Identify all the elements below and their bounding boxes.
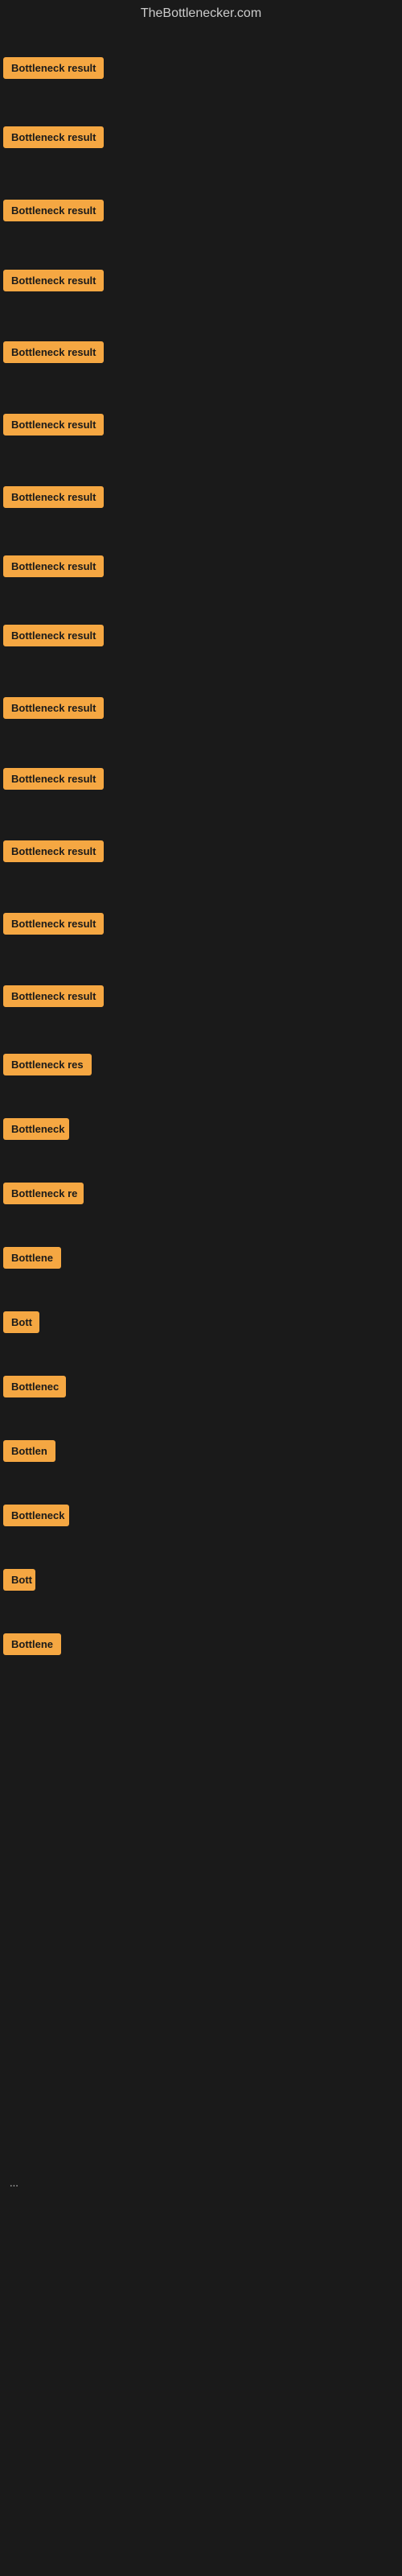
bottleneck-item: Bottleneck result: [3, 840, 104, 866]
bottleneck-item: Bottleneck result: [3, 913, 104, 939]
bottleneck-item: Bottleneck result: [3, 555, 104, 581]
ellipsis-marker: ...: [3, 2174, 25, 2192]
bottleneck-item: Bottleneck result: [3, 768, 104, 794]
bottleneck-item: Bottleneck result: [3, 270, 104, 295]
bottleneck-item: Bottleneck result: [3, 414, 104, 440]
bottleneck-badge[interactable]: Bottleneck result: [3, 486, 104, 508]
bottleneck-badge[interactable]: Bottleneck: [3, 1118, 69, 1140]
bottleneck-item: Bottleneck result: [3, 341, 104, 367]
bottleneck-badge[interactable]: Bottleneck result: [3, 985, 104, 1007]
bottleneck-badge[interactable]: Bottleneck: [3, 1505, 69, 1526]
bottleneck-badge[interactable]: Bottleneck result: [3, 414, 104, 436]
bottleneck-badge[interactable]: Bottleneck result: [3, 768, 104, 790]
site-title: TheBottlenecker.com: [0, 0, 402, 27]
bottleneck-badge[interactable]: Bottlenec: [3, 1376, 66, 1397]
bottleneck-badge[interactable]: Bottlene: [3, 1633, 61, 1655]
bottleneck-badge[interactable]: Bottlen: [3, 1440, 55, 1462]
bottleneck-item: Bottlen: [3, 1440, 55, 1466]
bottleneck-badge[interactable]: Bottleneck result: [3, 840, 104, 862]
bottleneck-badge[interactable]: Bott: [3, 1311, 39, 1333]
bottleneck-badge[interactable]: Bottleneck result: [3, 341, 104, 363]
bottleneck-item: Bottleneck res: [3, 1054, 92, 1080]
bottleneck-item: Bottleneck: [3, 1118, 69, 1144]
bottleneck-badge[interactable]: Bottleneck result: [3, 625, 104, 646]
bottleneck-item: Bottlene: [3, 1633, 61, 1659]
bottleneck-badge[interactable]: Bottleneck re: [3, 1183, 84, 1204]
bottleneck-badge[interactable]: Bottleneck result: [3, 126, 104, 148]
bottleneck-badge[interactable]: Bottleneck result: [3, 200, 104, 221]
bottleneck-item: Bott: [3, 1311, 39, 1337]
bottleneck-item: Bottleneck result: [3, 697, 104, 723]
bottleneck-item: Bottlenec: [3, 1376, 66, 1402]
bottleneck-item: Bottleneck result: [3, 126, 104, 152]
bottleneck-badge[interactable]: Bottleneck result: [3, 697, 104, 719]
bottleneck-item: Bottleneck: [3, 1505, 69, 1530]
bottleneck-item: Bottlene: [3, 1247, 61, 1273]
bottleneck-item: Bottleneck result: [3, 200, 104, 225]
bottleneck-item: Bottleneck result: [3, 625, 104, 650]
bottleneck-badge[interactable]: Bottleneck result: [3, 913, 104, 935]
bottleneck-badge[interactable]: Bott: [3, 1569, 35, 1591]
bottleneck-badge[interactable]: Bottleneck result: [3, 270, 104, 291]
bottleneck-item: Bott: [3, 1569, 35, 1595]
bottleneck-badge[interactable]: Bottleneck result: [3, 555, 104, 577]
bottleneck-badge[interactable]: Bottleneck result: [3, 57, 104, 79]
bottleneck-badge[interactable]: Bottlene: [3, 1247, 61, 1269]
bottleneck-item: Bottleneck result: [3, 486, 104, 512]
bottleneck-item: Bottleneck result: [3, 985, 104, 1011]
bottleneck-item: Bottleneck result: [3, 57, 104, 83]
bottleneck-item: Bottleneck re: [3, 1183, 84, 1208]
bottleneck-badge[interactable]: Bottleneck res: [3, 1054, 92, 1075]
